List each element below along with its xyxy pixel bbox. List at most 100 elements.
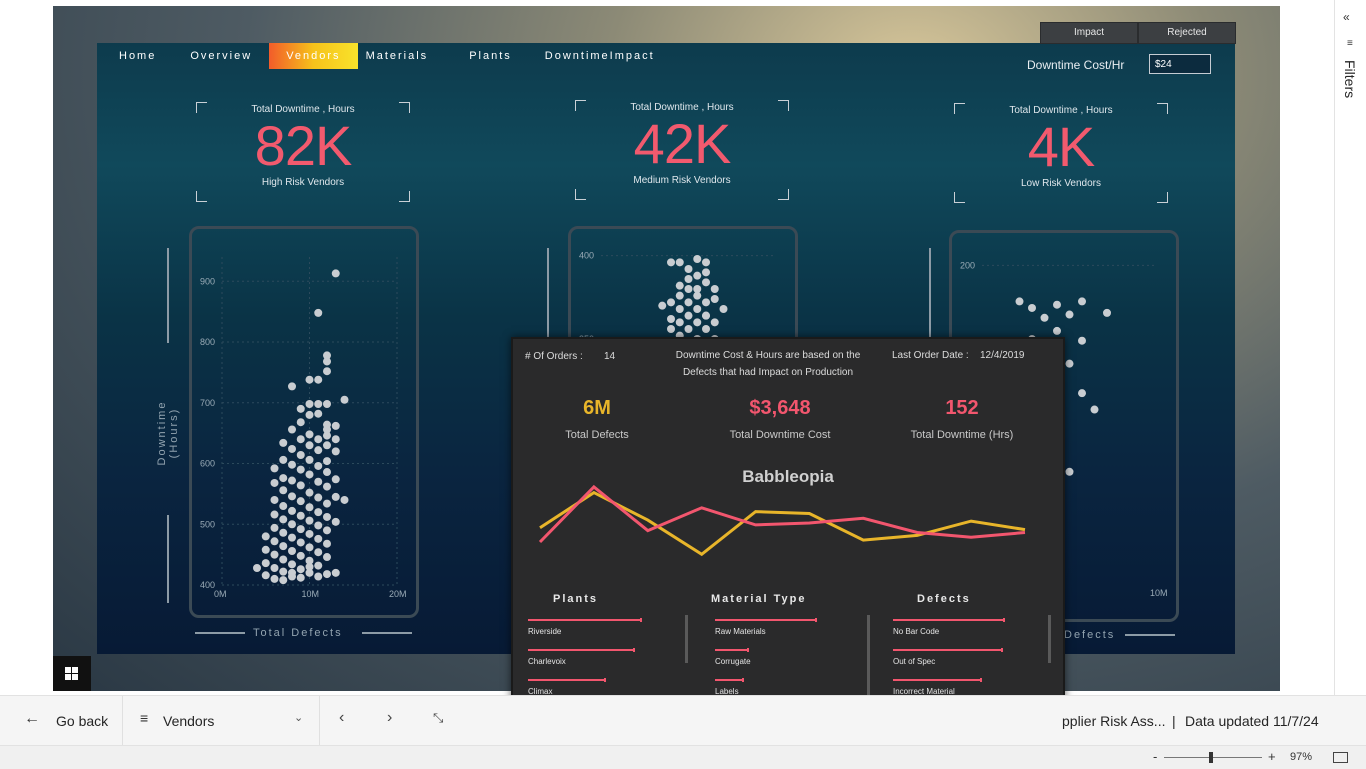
scatter-point[interactable] [684,298,693,307]
bar-list-item[interactable]: Riverside [528,618,650,649]
scatter-point[interactable] [305,562,314,571]
zoom-slider-thumb[interactable] [1209,752,1213,763]
scatter-point[interactable] [1053,326,1061,335]
scatter-point[interactable] [675,291,684,300]
scatter-point[interactable] [667,258,675,267]
scatter-point[interactable] [288,460,296,469]
scatter-point[interactable] [296,538,305,547]
scatter-point[interactable] [693,291,702,300]
nav-home[interactable]: Home [97,43,173,69]
scatter-point[interactable] [331,435,340,444]
scatter-point[interactable] [323,441,331,450]
scatter-point[interactable] [323,499,331,508]
scatter-point[interactable] [305,488,314,497]
scatter-point[interactable] [270,464,279,473]
scatter-point[interactable] [279,567,288,576]
scatter-point[interactable] [710,285,719,293]
scatter-point[interactable] [270,574,279,583]
scatter-point[interactable] [675,281,684,290]
scatter-point[interactable] [702,325,710,333]
materials-scrollbar[interactable] [867,615,870,697]
page-select[interactable]: Vendors [163,713,214,729]
scatter-point[interactable] [1040,313,1049,322]
scatter-point[interactable] [305,430,314,439]
scatter-point[interactable] [331,447,340,456]
scatter-point[interactable] [261,545,270,554]
scatter-point[interactable] [279,502,288,511]
scatter-point[interactable] [675,258,684,267]
scatter-point[interactable] [288,560,296,569]
scatter-point[interactable] [1065,310,1074,319]
scatter-point[interactable] [314,409,323,418]
scatter-point[interactable] [296,451,305,460]
scatter-point[interactable] [270,495,279,504]
scatter-point[interactable] [323,570,331,579]
scatter-point[interactable] [684,275,693,283]
scatter-point[interactable] [323,399,331,408]
scatter-point[interactable] [288,476,296,485]
scatter-point[interactable] [305,410,314,419]
nav-vendors[interactable]: Vendors [269,43,358,69]
zoom-slider[interactable] [1164,757,1262,758]
scatter-point[interactable] [1065,359,1074,368]
scatter-point[interactable] [719,305,728,313]
scatter-point[interactable] [684,285,693,293]
scatter-point[interactable] [1090,405,1099,414]
scatter-point[interactable] [1053,300,1061,309]
scatter-point[interactable] [314,446,323,455]
chevron-down-icon[interactable]: ⌄ [294,711,303,724]
scatter-point[interactable] [684,265,693,273]
scatter-point[interactable] [279,542,288,551]
scatter-point[interactable] [296,418,305,427]
previous-page-icon[interactable]: ‹ [339,709,344,727]
scatter-point[interactable] [1028,303,1036,312]
back-arrow-icon[interactable]: ← [24,710,40,728]
scatter-point[interactable] [323,526,331,535]
scatter-point[interactable] [331,568,340,577]
scatter-point[interactable] [693,271,702,280]
scatter-point[interactable] [305,455,314,464]
scatter-point[interactable] [702,268,710,277]
nav-downtime-impact[interactable]: DowntimeImpact [529,43,672,69]
scatter-point[interactable] [331,269,340,278]
scatter-point[interactable] [710,318,719,327]
collapse-chevron-icon[interactable]: « [1343,10,1350,24]
scatter-point[interactable] [305,441,314,450]
scatter-point[interactable] [702,258,710,267]
scatter-point[interactable] [314,572,323,581]
scatter-high-risk[interactable]: 400 500 600 700 800 900 0M 10M 20M [189,226,419,618]
scatter-point[interactable] [667,315,675,323]
scatter-point[interactable] [702,278,710,287]
scatter-point[interactable] [305,470,314,479]
zoom-out-button[interactable]: - [1153,749,1157,764]
scatter-point[interactable] [305,399,314,408]
scatter-point[interactable] [693,305,702,313]
scatter-point[interactable] [684,311,693,320]
scatter-point[interactable] [1078,389,1086,398]
scatter-point[interactable] [270,563,279,572]
nav-materials[interactable]: Materials [358,43,446,69]
scatter-point[interactable] [261,571,270,580]
scatter-point[interactable] [288,568,296,577]
scatter-point[interactable] [305,375,314,384]
downtime-cost-input[interactable]: $24 [1149,54,1211,74]
scatter-point[interactable] [288,382,296,391]
scatter-point[interactable] [667,298,675,307]
scatter-point[interactable] [296,573,305,582]
scatter-point[interactable] [270,478,279,487]
nav-plants[interactable]: Plants [445,43,529,69]
scatter-point[interactable] [279,474,288,483]
scatter-point[interactable] [270,523,279,532]
scatter-point[interactable] [314,399,323,408]
scatter-point[interactable] [340,395,349,404]
scatter-point[interactable] [1078,297,1086,306]
scatter-point[interactable] [288,520,296,529]
scatter-point[interactable] [279,555,288,564]
scatter-point[interactable] [323,482,331,491]
scatter-point[interactable] [296,511,305,520]
scatter-point[interactable] [296,465,305,474]
scatter-point[interactable] [305,516,314,525]
scatter-point[interactable] [270,510,279,519]
scatter-point[interactable] [296,481,305,490]
scatter-point[interactable] [1065,467,1074,476]
